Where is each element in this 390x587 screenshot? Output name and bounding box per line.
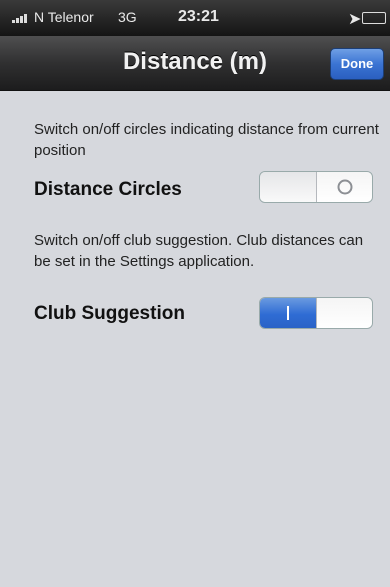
done-button[interactable]: Done	[330, 48, 384, 80]
status-time: 23:21	[178, 8, 219, 25]
location-arrow-icon: ➤	[348, 11, 362, 28]
off-circle-icon	[337, 179, 353, 195]
status-bar: N Telenor 3G 23:21 ➤	[0, 0, 390, 36]
settings-content: Switch on/off circles indicating distanc…	[0, 91, 390, 587]
navigation-bar: Distance (m) Done	[0, 36, 390, 91]
carrier-name: N Telenor	[34, 9, 94, 25]
distance-circles-label: Distance Circles	[34, 179, 182, 200]
club-suggestion-toggle[interactable]	[259, 297, 373, 329]
network-type: 3G	[118, 9, 137, 25]
distance-circles-toggle[interactable]	[259, 171, 373, 203]
battery-icon	[362, 12, 386, 24]
distance-circles-description: Switch on/off circles indicating distanc…	[34, 121, 379, 159]
club-suggestion-description: Switch on/off club suggestion. Club dist…	[34, 232, 364, 270]
signal-bars-icon	[12, 13, 32, 23]
club-suggestion-label: Club Suggestion	[34, 303, 185, 324]
on-bar-icon	[287, 306, 289, 320]
